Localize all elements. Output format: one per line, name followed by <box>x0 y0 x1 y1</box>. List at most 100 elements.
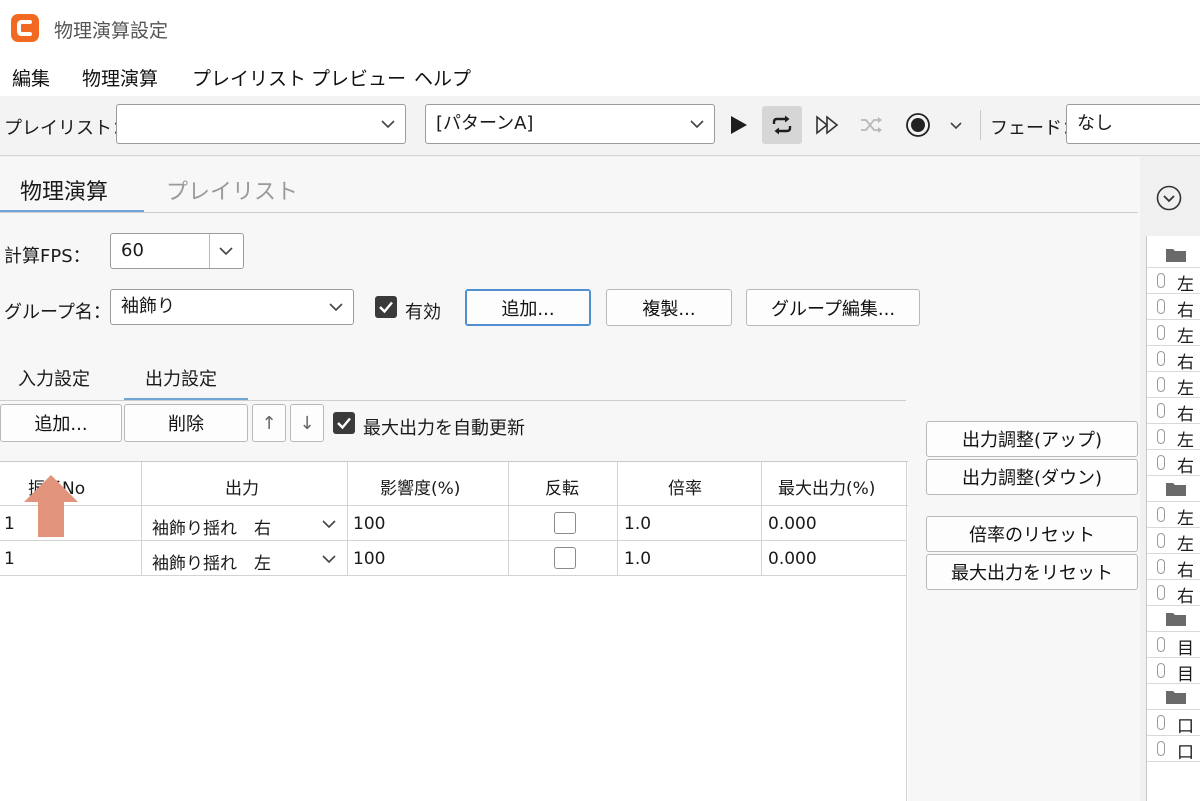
menu-preview[interactable]: プレビュー <box>311 64 406 91</box>
cell-no: 1 <box>4 549 15 569</box>
fade-select[interactable]: なし <box>1066 104 1200 144</box>
strip-folder[interactable] <box>1147 606 1200 632</box>
strip-item[interactable]: 目 <box>1147 658 1200 685</box>
fps-value: 60 <box>121 240 144 261</box>
strip-item[interactable]: 右 <box>1147 450 1200 477</box>
reset-scale-button[interactable]: 倍率のリセット <box>926 516 1138 552</box>
group-name-select[interactable]: 袖飾り <box>110 289 354 325</box>
shuffle-icon <box>861 117 882 133</box>
clip-icon <box>1157 585 1165 600</box>
col-output: 出力 <box>225 479 259 499</box>
strip-item[interactable]: 右 <box>1147 294 1200 321</box>
collapse-chevron-icon[interactable] <box>1156 185 1182 211</box>
tab-physics[interactable]: 物理演算 <box>20 174 108 206</box>
folder-icon <box>1166 691 1186 704</box>
folder-icon <box>1166 613 1186 626</box>
cell-influence[interactable]: 100 <box>353 549 385 569</box>
strip-item[interactable]: 右 <box>1147 580 1200 607</box>
clip-icon <box>1157 559 1165 574</box>
app-logo-icon <box>11 14 39 42</box>
table-header: 振子No 出力 影響度(%) 反転 倍率 最大出力(%) <box>0 462 908 506</box>
tab-output-settings[interactable]: 出力設定 <box>145 365 217 391</box>
folder-icon <box>1166 483 1186 496</box>
clip-icon <box>1157 741 1165 756</box>
menu-playlist[interactable]: プレイリスト <box>192 64 306 91</box>
pattern-select[interactable]: [パターンA] <box>425 104 715 144</box>
delete-output-button[interactable]: 削除 <box>124 404 248 442</box>
fps-select[interactable]: 60 <box>110 233 244 269</box>
chevron-down-icon[interactable] <box>320 550 338 568</box>
cell-scale[interactable]: 1.0 <box>624 514 651 534</box>
strip-item[interactable]: 目 <box>1147 632 1200 659</box>
group-enabled-checkbox[interactable] <box>375 296 397 318</box>
next-button[interactable] <box>808 106 848 144</box>
chevron-down-icon[interactable] <box>320 515 338 533</box>
table-row[interactable]: 1 袖飾り揺れ 左 100 1.0 0.000 <box>0 541 906 576</box>
clip-icon <box>1157 663 1165 678</box>
up-arrow-annotation-icon <box>24 475 78 537</box>
strip-item-label: 右 <box>1177 405 1194 425</box>
strip-folder[interactable] <box>1147 242 1200 268</box>
reset-max-button[interactable]: 最大出力をリセット <box>926 554 1138 590</box>
pattern-select-value: [パターンA] <box>436 113 534 134</box>
cell-output[interactable]: 袖飾り揺れ 右 <box>152 514 271 539</box>
strip-item[interactable]: 右 <box>1147 346 1200 373</box>
title-bar: 物理演算設定 <box>0 0 1200 58</box>
strip-item[interactable]: 左 <box>1147 372 1200 399</box>
strip-item-label: 左 <box>1177 535 1194 555</box>
window-title: 物理演算設定 <box>54 20 169 42</box>
clip-icon <box>1157 507 1165 522</box>
cell-influence[interactable]: 100 <box>353 514 385 534</box>
tab-playlist[interactable]: プレイリスト <box>166 174 298 206</box>
strip-item-label: 左 <box>1177 327 1194 347</box>
strip-item[interactable]: 左 <box>1147 528 1200 555</box>
move-up-button[interactable]: ↑ <box>252 404 286 442</box>
toolbar-separator <box>980 110 981 140</box>
duplicate-group-button[interactable]: 複製... <box>606 289 732 326</box>
edit-group-button[interactable]: グループ編集... <box>746 289 920 326</box>
loop-button[interactable] <box>762 106 802 144</box>
group-name-value: 袖飾り <box>121 296 175 317</box>
strip-item[interactable]: 右 <box>1147 554 1200 581</box>
menu-help[interactable]: ヘルプ <box>414 64 471 91</box>
play-button[interactable] <box>718 106 758 144</box>
playlist-label: プレイリスト： <box>4 118 130 139</box>
strip-item[interactable]: 口 <box>1147 710 1200 737</box>
chevron-down-icon <box>219 247 233 256</box>
clip-icon <box>1157 273 1165 288</box>
add-output-button[interactable]: 追加... <box>0 404 122 442</box>
record-button[interactable] <box>898 106 938 144</box>
strip-folder[interactable] <box>1147 684 1200 710</box>
strip-item[interactable]: 口 <box>1147 736 1200 763</box>
add-group-button[interactable]: 追加... <box>465 289 591 326</box>
strip-item[interactable]: 右 <box>1147 398 1200 425</box>
shuffle-button[interactable] <box>852 106 892 144</box>
clip-icon <box>1157 637 1165 652</box>
adjust-down-button[interactable]: 出力調整(ダウン) <box>926 459 1138 495</box>
strip-item[interactable]: 左 <box>1147 320 1200 347</box>
cell-max-output: 0.000 <box>768 514 817 534</box>
strip-item[interactable]: 左 <box>1147 424 1200 451</box>
auto-update-checkbox[interactable] <box>333 412 355 434</box>
playlist-select[interactable] <box>116 104 406 144</box>
tab-input-settings[interactable]: 入力設定 <box>18 365 90 391</box>
strip-item[interactable]: 左 <box>1147 502 1200 529</box>
adjust-up-button[interactable]: 出力調整(アップ) <box>926 421 1138 457</box>
clip-icon <box>1157 351 1165 366</box>
clip-icon <box>1157 403 1165 418</box>
move-down-button[interactable]: ↓ <box>290 404 324 442</box>
menu-edit[interactable]: 編集 <box>12 64 50 91</box>
cell-output[interactable]: 袖飾り揺れ 左 <box>152 549 271 574</box>
clip-icon <box>1157 299 1165 314</box>
record-options-button[interactable] <box>937 106 975 144</box>
invert-checkbox[interactable] <box>554 547 576 569</box>
strip-folder[interactable] <box>1147 476 1200 502</box>
strip-item[interactable]: 左 <box>1147 268 1200 295</box>
fps-label: 計算FPS： <box>4 246 91 267</box>
menu-physics[interactable]: 物理演算 <box>82 64 158 91</box>
col-scale: 倍率 <box>668 479 702 499</box>
table-row[interactable]: 1 袖飾り揺れ 右 100 1.0 0.000 <box>0 506 906 541</box>
play-icon <box>731 116 747 134</box>
cell-scale[interactable]: 1.0 <box>624 549 651 569</box>
invert-checkbox[interactable] <box>554 512 576 534</box>
